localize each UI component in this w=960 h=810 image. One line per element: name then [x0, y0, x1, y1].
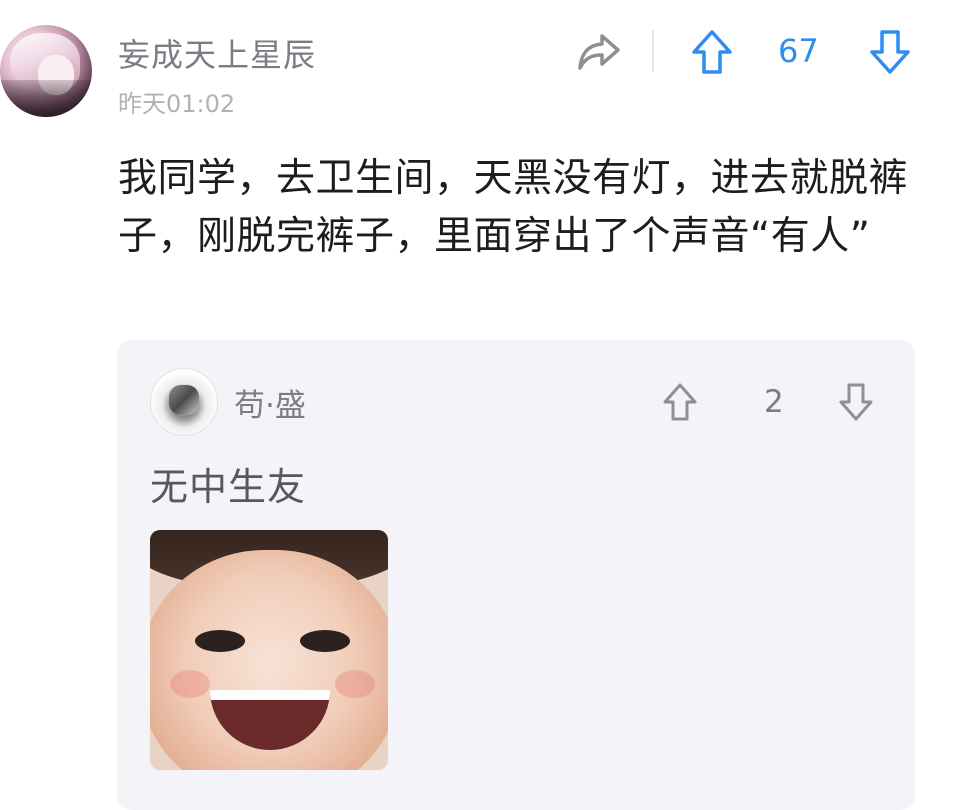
reply-vote-count: 2	[764, 384, 784, 420]
image-cheek	[170, 670, 210, 698]
comment-username[interactable]: 妄成天上星辰	[118, 30, 316, 76]
divider	[652, 30, 654, 72]
reply-upvote-button[interactable]	[662, 382, 698, 422]
arrow-up-icon	[663, 383, 697, 421]
reply-avatar[interactable]	[150, 368, 218, 436]
reply-username[interactable]: 苟·盛	[234, 380, 306, 425]
share-icon	[578, 34, 620, 70]
reply-avatar-figure	[169, 385, 199, 415]
upvote-button[interactable]	[690, 28, 734, 76]
vote-count: 67	[778, 32, 819, 70]
arrow-down-icon	[870, 30, 910, 74]
avatar-shade	[0, 80, 92, 117]
reply-text: 无中生友	[150, 465, 307, 509]
reply-downvote-button[interactable]	[838, 382, 874, 422]
image-cheek	[335, 670, 375, 698]
comment-text: 我同学，去卫生间，天黑没有灯，进去就脱裤子，刚脱完裤子，里面穿出了个声音“有人”	[118, 156, 909, 259]
arrow-down-icon	[839, 383, 873, 421]
avatar[interactable]	[0, 25, 92, 117]
comment-timestamp: 昨天01:02	[118, 90, 236, 118]
image-eye	[195, 630, 245, 652]
comment-card: 妄成天上星辰 昨天01:02 67 我同学，去卫生间，天黑没有灯，进去就脱裤子，…	[0, 0, 960, 810]
reply-image[interactable]	[150, 530, 388, 770]
image-eye	[300, 630, 350, 652]
arrow-up-icon	[692, 30, 732, 74]
downvote-button[interactable]	[868, 28, 912, 76]
share-button[interactable]	[576, 30, 622, 74]
